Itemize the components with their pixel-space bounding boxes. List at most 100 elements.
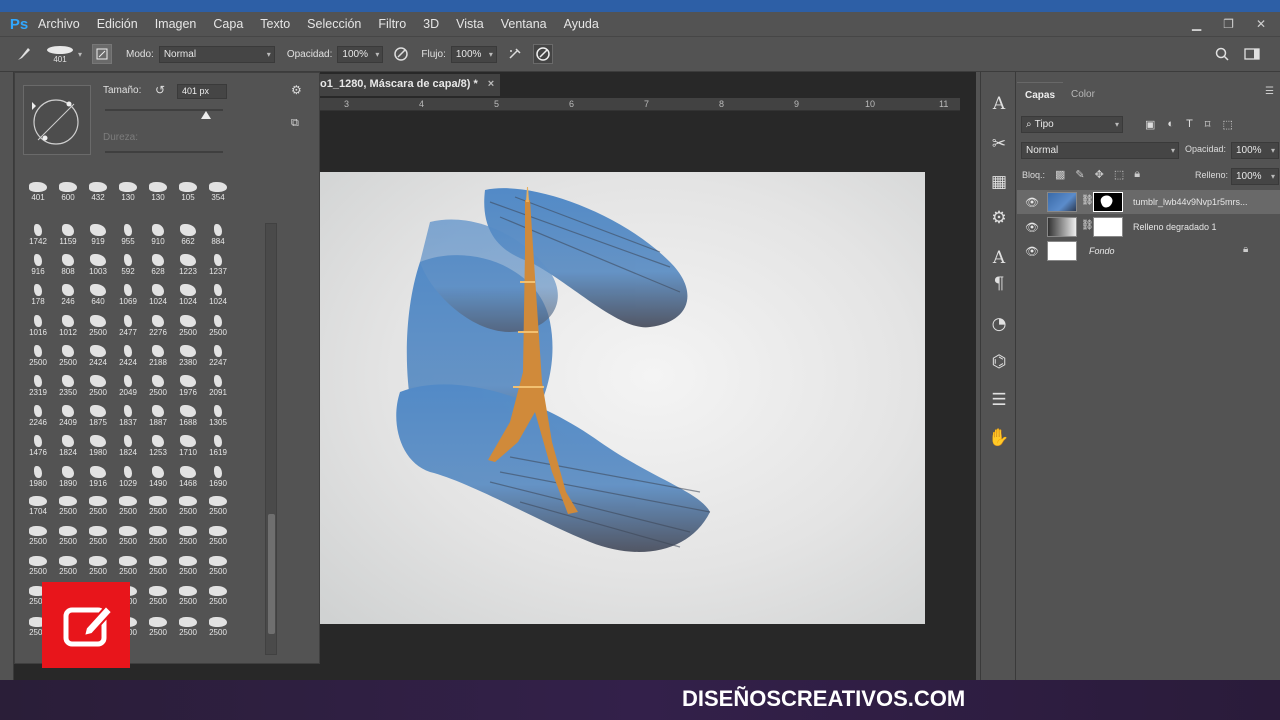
paragraph-character-icon[interactable]: A bbox=[981, 248, 1017, 268]
brush-grid-scrollbar[interactable] bbox=[265, 223, 277, 655]
shape-filter-icon[interactable]: ⌑ bbox=[1205, 118, 1211, 131]
brush-preset[interactable]: 1875 bbox=[83, 402, 113, 432]
brush-preset[interactable]: 1824 bbox=[113, 432, 143, 462]
brush-panel-toggle-icon[interactable] bbox=[92, 44, 113, 64]
layer-row[interactable]: 👁︎ Fondo 🔒︎ bbox=[1017, 239, 1280, 263]
menu-ventana[interactable]: Ventana bbox=[501, 17, 547, 31]
brush-preset[interactable]: 1223 bbox=[173, 251, 203, 281]
brush-preset[interactable]: 2424 bbox=[83, 342, 113, 372]
brush-preset[interactable]: 910 bbox=[143, 221, 173, 251]
brush-preset[interactable]: 130 bbox=[113, 179, 143, 209]
visibility-eye-icon[interactable]: 👁︎ bbox=[1025, 196, 1039, 209]
brush-preset[interactable]: 1024 bbox=[173, 281, 203, 311]
flow-input[interactable]: 100% ▾ bbox=[450, 45, 497, 63]
layer-row[interactable]: 👁︎ ⛓ tumblr_lwb44v9Nvp1r5mrs... bbox=[1017, 190, 1280, 214]
brush-preset[interactable]: 1704 bbox=[23, 493, 53, 523]
brush-preset[interactable]: 1980 bbox=[23, 463, 53, 493]
brush-preset[interactable]: 2500 bbox=[113, 493, 143, 523]
brush-preset[interactable]: 2500 bbox=[173, 614, 203, 644]
brush-preset[interactable]: 2500 bbox=[173, 553, 203, 583]
size-slider-thumb[interactable] bbox=[201, 111, 211, 119]
lock-pixels-icon[interactable]: ✎ bbox=[1075, 168, 1084, 181]
restore-icon[interactable]: ❐ bbox=[1223, 17, 1234, 31]
brush-preset[interactable]: 1980 bbox=[83, 432, 113, 462]
brush-preset[interactable]: 2500 bbox=[143, 614, 173, 644]
brush-preset[interactable]: 1024 bbox=[203, 281, 233, 311]
brush-preset[interactable]: 2500 bbox=[173, 312, 203, 342]
brush-preset[interactable]: 246 bbox=[53, 281, 83, 311]
brush-preset[interactable]: 1916 bbox=[83, 463, 113, 493]
panel-menu-icon[interactable]: ☰ bbox=[1265, 86, 1274, 97]
brush-preset[interactable]: 1476 bbox=[23, 432, 53, 462]
brush-preset[interactable]: 2500 bbox=[143, 644, 173, 647]
brush-preset[interactable]: 1159 bbox=[53, 221, 83, 251]
brush-preset[interactable]: 1490 bbox=[143, 463, 173, 493]
brush-preset[interactable]: 1824 bbox=[53, 432, 83, 462]
tools-icon[interactable]: ✂ bbox=[981, 134, 1017, 154]
menu-imagen[interactable]: Imagen bbox=[155, 17, 197, 31]
minimize-icon[interactable]: ▁ bbox=[1192, 17, 1201, 31]
brush-preset[interactable]: 1837 bbox=[113, 402, 143, 432]
brush-preset[interactable]: 2500 bbox=[173, 493, 203, 523]
brush-preset[interactable]: 1710 bbox=[173, 432, 203, 462]
menu-edicion[interactable]: Edición bbox=[97, 17, 138, 31]
smart-object-filter-icon[interactable]: ⬚ bbox=[1222, 118, 1232, 131]
brush-preset[interactable]: 628 bbox=[143, 251, 173, 281]
paths-icon[interactable]: ⌬ bbox=[981, 352, 1017, 372]
brush-preset[interactable]: 2500 bbox=[173, 523, 203, 553]
adjustments-icon[interactable]: ◔ bbox=[981, 314, 1017, 334]
brush-preset[interactable]: 2500 bbox=[113, 523, 143, 553]
type-filter-icon[interactable]: T bbox=[1186, 118, 1193, 131]
brush-preset[interactable]: 354 bbox=[203, 179, 233, 209]
layer-mask-thumbnail[interactable] bbox=[1093, 192, 1123, 212]
brush-preset[interactable]: 1029 bbox=[113, 463, 143, 493]
pressure-size-icon[interactable] bbox=[532, 44, 553, 64]
lock-artboard-icon[interactable]: ⬚ bbox=[1114, 168, 1124, 181]
brush-preset[interactable]: 2091 bbox=[203, 372, 233, 402]
properties-icon[interactable]: ☰ bbox=[981, 390, 1017, 410]
brush-preset[interactable]: 2500 bbox=[203, 553, 233, 583]
character-icon[interactable]: A bbox=[981, 94, 1017, 114]
brush-preset[interactable]: 1024 bbox=[143, 281, 173, 311]
brush-preset[interactable]: 1976 bbox=[173, 372, 203, 402]
menu-capa[interactable]: Capa bbox=[213, 17, 243, 31]
brush-preset[interactable]: 2500 bbox=[83, 553, 113, 583]
brush-preset[interactable]: 105 bbox=[173, 179, 203, 209]
grid-icon[interactable]: ▦ bbox=[981, 172, 1017, 192]
layer-row[interactable]: 👁︎ ⛓ Relleno degradado 1 bbox=[1017, 215, 1280, 239]
fill-input[interactable]: 100% ▾ bbox=[1231, 168, 1279, 185]
menu-ayuda[interactable]: Ayuda bbox=[564, 17, 599, 31]
document-canvas[interactable] bbox=[320, 172, 925, 624]
brush-preset[interactable]: 2049 bbox=[113, 372, 143, 402]
menu-vista[interactable]: Vista bbox=[456, 17, 484, 31]
brush-preset[interactable]: 1016 bbox=[23, 312, 53, 342]
brush-preset[interactable]: 2500 bbox=[203, 523, 233, 553]
chevron-down-icon[interactable]: ▾ bbox=[78, 50, 82, 59]
brush-preset[interactable]: 2380 bbox=[173, 342, 203, 372]
brush-preset[interactable]: 2500 bbox=[143, 583, 173, 613]
brush-preset[interactable]: 916 bbox=[23, 251, 53, 281]
blend-mode-select[interactable]: Normal ▾ bbox=[1021, 142, 1179, 159]
brush-preset[interactable]: 1619 bbox=[203, 432, 233, 462]
brush-preset[interactable]: 130 bbox=[143, 179, 173, 209]
brush-preset[interactable]: 2477 bbox=[113, 312, 143, 342]
brush-preset[interactable]: 2500 bbox=[143, 553, 173, 583]
menu-filtro[interactable]: Filtro bbox=[378, 17, 406, 31]
brush-preset[interactable]: 2500 bbox=[53, 493, 83, 523]
layer-opacity-input[interactable]: 100% ▾ bbox=[1231, 142, 1279, 159]
brush-preset[interactable]: 2500 bbox=[53, 342, 83, 372]
brush-preset-picker[interactable]: 401 bbox=[40, 38, 80, 70]
brush-preset[interactable]: 1003 bbox=[83, 251, 113, 281]
brush-preset[interactable]: 2500 bbox=[203, 614, 233, 644]
close-icon[interactable]: ✕ bbox=[1256, 17, 1266, 31]
brush-preset[interactable]: 2247 bbox=[203, 342, 233, 372]
hardness-slider[interactable] bbox=[105, 151, 223, 153]
tab-capas[interactable]: Capas bbox=[1017, 82, 1064, 106]
brush-preset[interactable]: 2500 bbox=[23, 342, 53, 372]
size-input[interactable]: 401 px bbox=[177, 84, 227, 99]
brush-preset[interactable]: 178 bbox=[23, 281, 53, 311]
brush-preset[interactable]: 662 bbox=[173, 221, 203, 251]
brush-preset[interactable]: 1253 bbox=[143, 432, 173, 462]
visibility-eye-icon[interactable]: 👁︎ bbox=[1025, 221, 1039, 234]
brush-preset[interactable]: 2276 bbox=[143, 312, 173, 342]
